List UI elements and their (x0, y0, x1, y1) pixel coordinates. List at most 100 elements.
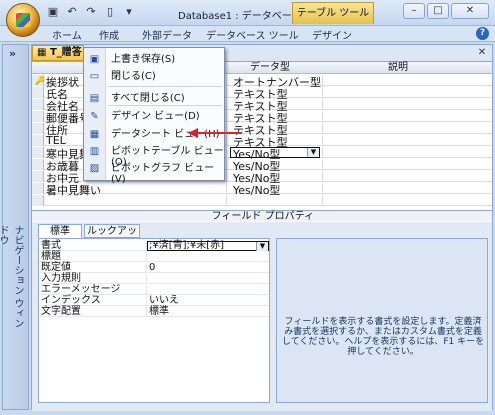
tab-create[interactable]: 作成 (99, 27, 119, 42)
property-label: 既定値 (41, 262, 71, 273)
menu-separator (108, 105, 222, 106)
column-divider (146, 296, 147, 306)
column-divider (146, 252, 147, 262)
help-text: フィールドを表示する書式を設定します。定義済み書式を選択するか、またはカスタム書… (281, 317, 485, 357)
menu-item[interactable]: ▭ 閉じる(C) (84, 69, 224, 84)
office-button[interactable] (6, 3, 40, 37)
tab-general[interactable]: 標準 (38, 224, 82, 238)
menu-item-label: すべて閉じる(C) (111, 93, 185, 104)
property-label: 標題 (41, 251, 61, 262)
design-view-icon: ✎ (90, 111, 99, 122)
menu-item[interactable]: ▤ すべて閉じる(C) (84, 91, 224, 106)
navigation-pane-label[interactable]: ナビゲーション ウィンドウ (0, 225, 25, 335)
tab-design[interactable]: デザイン (312, 27, 352, 42)
property-row[interactable]: 既定値 0 (39, 263, 269, 273)
column-divider (226, 159, 227, 170)
column-divider (226, 195, 227, 206)
document-tab-label: T_贈答 (49, 47, 82, 58)
menu-item-label: デザイン ビュー(D) (111, 111, 200, 122)
row-selector[interactable] (32, 171, 44, 182)
new-icon[interactable]: ▯ (103, 5, 117, 19)
close-doc-icon: ▭ (89, 71, 100, 82)
field-properties-label: フィールド プロパティ (32, 210, 492, 222)
menu-item-label: 閉じる(C) (111, 71, 156, 82)
column-divider (226, 87, 227, 98)
pivot-table-icon: ▥ (89, 146, 100, 157)
chevron-down-icon[interactable]: ▼ (307, 148, 319, 157)
property-row[interactable]: 書式 ▼ ;¥済[青];¥未[赤] (39, 241, 269, 251)
description-cell[interactable] (322, 87, 492, 98)
navigation-pane: » ナビゲーション ウィンドウ (0, 44, 29, 410)
column-divider (146, 285, 147, 295)
column-divider (226, 171, 227, 182)
table-row[interactable] (32, 195, 492, 206)
customize-icon[interactable]: ▾ (122, 5, 136, 19)
row-selector[interactable] (32, 99, 44, 110)
description-cell[interactable] (322, 135, 492, 146)
property-label: 入力規則 (41, 273, 81, 284)
row-selector[interactable] (32, 87, 44, 98)
column-divider (146, 274, 147, 284)
property-label: インデックス (41, 295, 101, 306)
document-close-icon[interactable]: ✕ (475, 46, 489, 59)
help-panel: フィールドを表示する書式を設定します。定義済み書式を選択するか、またはカスタム書… (276, 238, 488, 403)
table-tools-tab: テーブル ツール (292, 2, 374, 24)
description-cell[interactable] (322, 111, 492, 122)
description-cell[interactable] (322, 183, 492, 194)
property-value[interactable]: ;¥済[青];¥未[赤] (149, 241, 224, 251)
row-selector[interactable] (32, 135, 44, 146)
property-label: エラーメッセージ (41, 284, 121, 295)
property-value[interactable]: 標準 (149, 307, 169, 317)
description-cell[interactable] (322, 195, 492, 206)
menu-item[interactable]: ▨ ピボットグラフ ビュー(V) (84, 161, 224, 185)
expand-icon[interactable]: » (9, 47, 16, 60)
tab-external-data[interactable]: 外部データ (142, 27, 192, 42)
column-divider (226, 111, 227, 122)
chevron-down-icon[interactable]: ▼ (256, 242, 268, 251)
property-value[interactable]: 0 (149, 263, 155, 273)
menu-item[interactable]: ▣ 上書き保存(S) (84, 52, 224, 67)
description-cell[interactable] (322, 159, 492, 170)
menu-item-label: ピボットグラフ ビュー(V) (111, 163, 215, 185)
property-row[interactable]: 入力規則 (39, 274, 269, 284)
description-cell[interactable] (322, 147, 492, 158)
property-label: 書式 (41, 240, 61, 251)
datasheet-view-icon: ▦ (89, 129, 100, 140)
column-header-type: データ型 (250, 62, 290, 73)
annotation-arrow (188, 128, 242, 138)
property-row[interactable]: インデックス いいえ (39, 296, 269, 306)
tab-lookup[interactable]: ルックアップ (84, 224, 140, 250)
redo-icon[interactable]: ↷ (84, 5, 98, 19)
document-tab[interactable]: ▦ T_贈答 (32, 45, 84, 61)
row-selector[interactable] (32, 147, 44, 158)
tab-home[interactable]: ホーム (52, 27, 82, 42)
row-selector[interactable] (32, 111, 44, 122)
menu-item[interactable]: ✎ デザイン ビュー(D) (84, 109, 224, 124)
field-properties: 標準 ルックアップ 書式 ▼ ;¥済[青];¥未[赤] 標題既定値 0 入力規則エラーメッ… (32, 222, 492, 411)
description-cell[interactable] (322, 123, 492, 134)
undo-icon[interactable]: ↶ (65, 5, 79, 19)
property-value[interactable]: いいえ (149, 296, 179, 306)
description-cell[interactable] (322, 99, 492, 110)
help-icon[interactable]: ? (476, 27, 489, 40)
row-selector[interactable] (32, 183, 44, 194)
property-row[interactable]: エラーメッセージ (39, 285, 269, 295)
table-icon: ▦ (37, 47, 50, 58)
row-selector[interactable] (32, 159, 44, 170)
minimize-button[interactable]: – (403, 3, 425, 19)
row-selector[interactable] (32, 123, 44, 134)
description-cell[interactable] (322, 75, 492, 86)
maximize-button[interactable]: □ (427, 3, 449, 19)
table-row[interactable]: 暑中見舞い Yes/No型 (32, 183, 492, 197)
property-row[interactable]: 文字配置 標準 (39, 307, 269, 317)
row-selector[interactable] (32, 195, 44, 206)
property-table: 書式 ▼ ;¥済[青];¥未[赤] 標題 既定値 0 入力規則 エラーメッセージ インデックス い… (38, 238, 270, 403)
save-icon[interactable]: ▣ (46, 5, 60, 19)
primary-key-icon: 🔑 (35, 76, 45, 85)
close-button[interactable]: ✕ (451, 3, 489, 19)
ribbon-tabs: ホーム 作成 外部データ データベース ツール デザイン ? (0, 26, 495, 42)
tab-database-tools[interactable]: データベース ツール (206, 27, 299, 42)
menu-item[interactable]: ▥ ピボットテーブル ビュー(O) (84, 144, 224, 168)
description-cell[interactable] (322, 171, 492, 182)
property-row[interactable]: 標題 (39, 252, 269, 262)
